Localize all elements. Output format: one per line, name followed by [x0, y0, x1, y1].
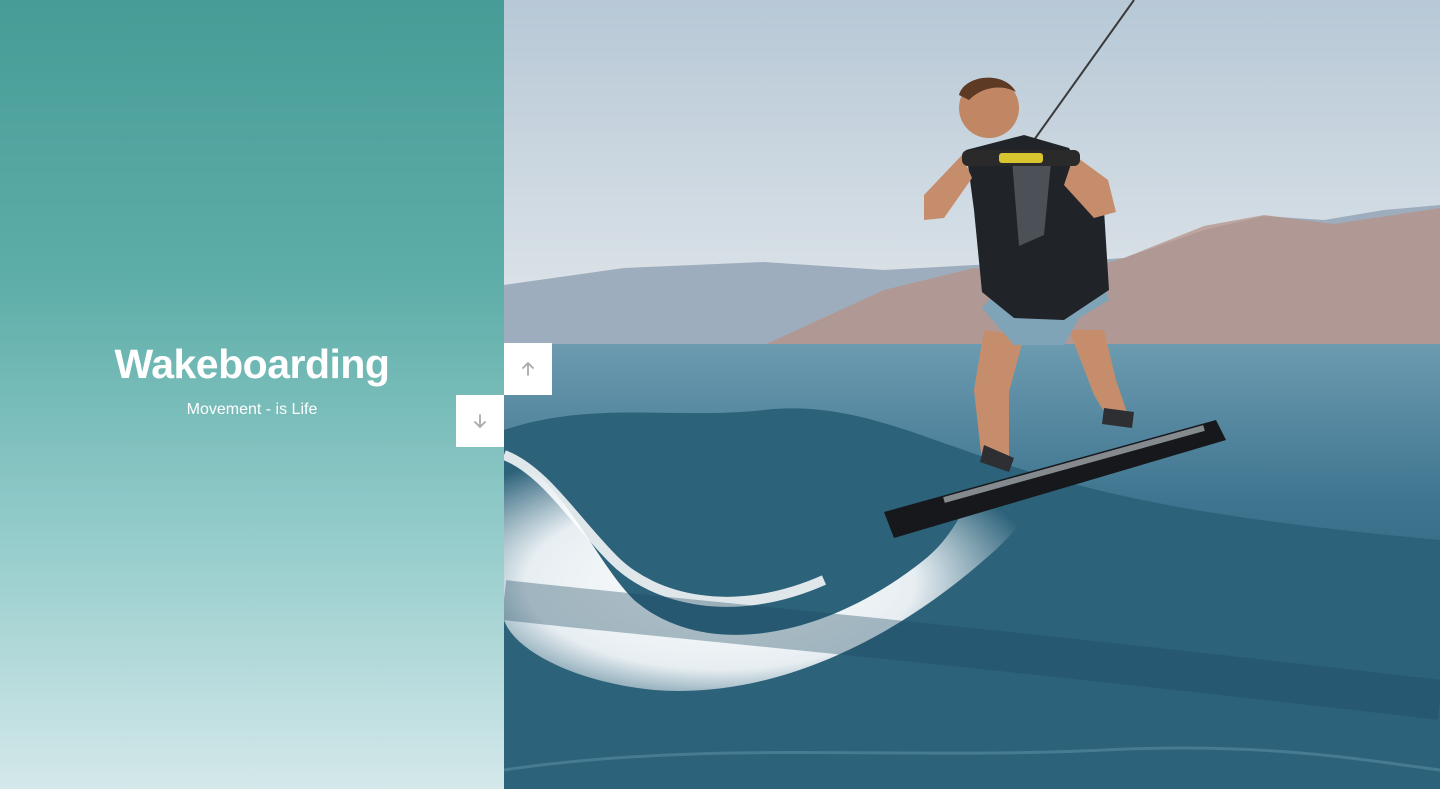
vertical-slider: Wakeboarding Movement - is Life: [0, 0, 1440, 789]
arrow-up-icon: [522, 362, 534, 376]
left-slide-panel: Wakeboarding Movement - is Life: [0, 0, 504, 789]
slide-down-button[interactable]: [456, 395, 504, 447]
arrow-down-icon: [474, 414, 486, 428]
right-slide-image: [504, 0, 1440, 789]
slide-up-button[interactable]: [504, 343, 552, 395]
slider-controls: [456, 343, 552, 447]
wakeboarder-photo: [504, 0, 1440, 789]
slide-subtitle: Movement - is Life: [186, 401, 318, 419]
slide-title: Wakeboarding: [114, 340, 390, 387]
